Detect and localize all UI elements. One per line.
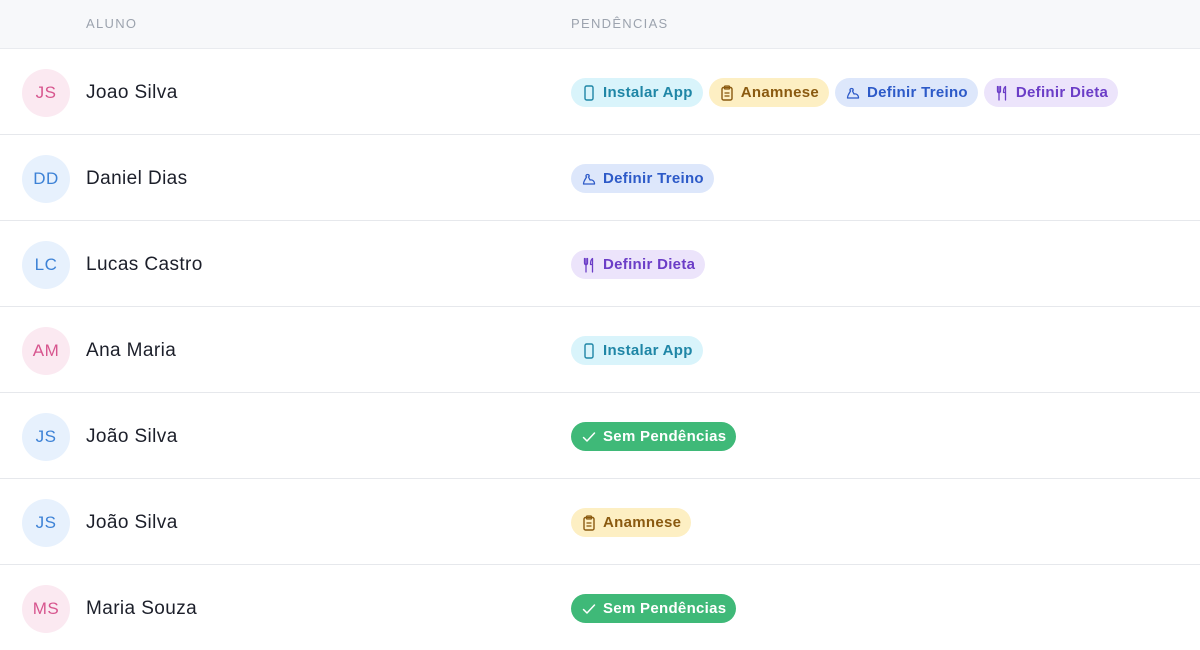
pending-badges: Definir Treino bbox=[571, 164, 714, 193]
arm-muscle-icon bbox=[846, 85, 860, 101]
student-name[interactable]: Maria Souza bbox=[86, 598, 197, 620]
student-name[interactable]: Joao Silva bbox=[86, 82, 178, 104]
badge-definir-treino[interactable]: Definir Treino bbox=[571, 164, 714, 193]
check-icon bbox=[582, 429, 596, 445]
students-table: ALUNO PENDÊNCIAS JS Joao Silva Instalar … bbox=[0, 0, 1200, 650]
badge-label: Instalar App bbox=[603, 342, 693, 359]
pending-badges: Instalar App Anamnese Definir Treino Def… bbox=[571, 78, 1119, 107]
badge-label: Definir Treino bbox=[603, 170, 704, 187]
badge-label: Definir Dieta bbox=[603, 256, 696, 273]
clipboard-icon bbox=[582, 514, 596, 531]
student-name[interactable]: Ana Maria bbox=[86, 340, 176, 362]
table-header: ALUNO PENDÊNCIAS bbox=[0, 0, 1200, 49]
badge-label: Instalar App bbox=[603, 84, 693, 101]
badge-label: Sem Pendências bbox=[603, 428, 727, 445]
phone-icon bbox=[582, 84, 596, 101]
badge-label: Anamnese bbox=[740, 84, 819, 101]
clipboard-icon bbox=[720, 84, 734, 101]
arm-muscle-icon bbox=[582, 171, 596, 187]
table-row[interactable]: AM Ana Maria Instalar App bbox=[0, 307, 1200, 393]
avatar: JS bbox=[22, 69, 70, 117]
check-icon bbox=[582, 601, 596, 617]
student-name[interactable]: Daniel Dias bbox=[86, 168, 188, 190]
phone-icon bbox=[582, 342, 596, 359]
badge-sem-pendencias[interactable]: Sem Pendências bbox=[571, 594, 737, 623]
badge-label: Anamnese bbox=[603, 514, 682, 531]
badge-label: Definir Dieta bbox=[1015, 84, 1109, 101]
avatar: DD bbox=[22, 155, 70, 203]
badge-sem-pendencias[interactable]: Sem Pendências bbox=[571, 422, 737, 451]
badge-instalar-app[interactable]: Instalar App bbox=[571, 336, 703, 365]
student-name[interactable]: Lucas Castro bbox=[86, 254, 203, 276]
badge-label: Sem Pendências bbox=[603, 600, 727, 617]
avatar: LC bbox=[22, 241, 70, 289]
pending-badges: Instalar App bbox=[571, 336, 703, 365]
badge-definir-dieta[interactable]: Definir Dieta bbox=[571, 250, 706, 279]
column-header-aluno: ALUNO bbox=[86, 16, 138, 31]
table-row[interactable]: JS João Silva Sem Pendências bbox=[0, 393, 1200, 479]
avatar: JS bbox=[22, 413, 70, 461]
student-name[interactable]: João Silva bbox=[86, 512, 178, 534]
pending-badges: Anamnese bbox=[571, 508, 692, 537]
badge-label: Definir Treino bbox=[867, 84, 968, 101]
fork-knife-icon bbox=[582, 257, 596, 273]
badge-anamnese[interactable]: Anamnese bbox=[708, 78, 829, 107]
badge-definir-treino[interactable]: Definir Treino bbox=[835, 78, 978, 107]
table-row[interactable]: LC Lucas Castro Definir Dieta bbox=[0, 221, 1200, 307]
table-row[interactable]: JS João Silva Anamnese bbox=[0, 479, 1200, 565]
badge-definir-dieta[interactable]: Definir Dieta bbox=[983, 78, 1119, 107]
table-row[interactable]: JS Joao Silva Instalar App Anamnese Defi… bbox=[0, 49, 1200, 135]
avatar: JS bbox=[22, 499, 70, 547]
pending-badges: Sem Pendências bbox=[571, 594, 737, 623]
avatar: MS bbox=[22, 585, 70, 633]
pending-badges: Sem Pendências bbox=[571, 422, 737, 451]
avatar: AM bbox=[22, 327, 70, 375]
badge-instalar-app[interactable]: Instalar App bbox=[571, 78, 703, 107]
fork-knife-icon bbox=[995, 85, 1009, 101]
pending-badges: Definir Dieta bbox=[571, 250, 706, 279]
student-name[interactable]: João Silva bbox=[86, 426, 178, 448]
column-header-pendencias: PENDÊNCIAS bbox=[571, 16, 669, 31]
badge-anamnese[interactable]: Anamnese bbox=[571, 508, 692, 537]
table-row[interactable]: DD Daniel Dias Definir Treino bbox=[0, 135, 1200, 221]
table-row[interactable]: MS Maria Souza Sem Pendências bbox=[0, 565, 1200, 650]
